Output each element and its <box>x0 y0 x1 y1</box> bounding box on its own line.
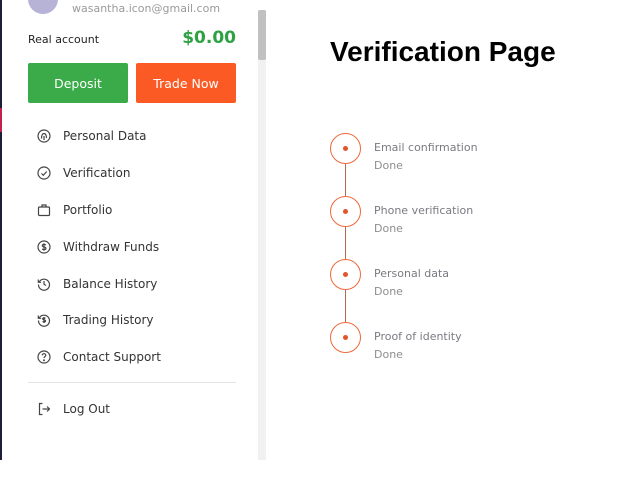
sidebar-item-label: Contact Support <box>63 350 161 365</box>
account-email: wasantha.icon@gmail.com <box>72 2 221 15</box>
timeline-connector <box>345 163 346 323</box>
sidebar: wasantha.icon@gmail.com Real account $0.… <box>2 0 258 460</box>
fingerprint-icon <box>35 127 53 145</box>
page-title: Verification Page <box>330 36 556 67</box>
sidebar-item-balance-history[interactable]: Balance History <box>28 265 236 302</box>
verification-step-phone: Phone verification Done <box>330 196 630 236</box>
sidebar-menu: Personal Data Verification Portfolio Wit… <box>28 118 236 376</box>
step-title: Email confirmation <box>374 141 478 154</box>
history-icon <box>35 275 53 293</box>
check-circle-icon <box>35 164 53 182</box>
trade-now-button[interactable]: Trade Now <box>136 63 236 103</box>
verification-step-personal-data: Personal data Done <box>330 259 630 299</box>
sidebar-item-label: Personal Data <box>63 129 147 144</box>
sidebar-item-label: Withdraw Funds <box>63 239 160 254</box>
step-status: Done <box>374 159 403 172</box>
sidebar-scrollbar[interactable] <box>258 10 266 460</box>
logout-icon <box>35 400 53 418</box>
step-marker <box>330 259 361 290</box>
step-marker <box>330 196 361 227</box>
step-marker <box>330 133 361 164</box>
step-status: Done <box>374 285 403 298</box>
verification-timeline: Email confirmation Done Phone verificati… <box>330 133 630 363</box>
sidebar-item-label: Trading History <box>63 313 154 328</box>
step-title: Proof of identity <box>374 330 462 343</box>
step-title: Personal data <box>374 267 450 280</box>
step-status: Done <box>374 222 403 235</box>
sidebar-item-verification[interactable]: Verification <box>28 155 236 192</box>
sidebar-divider <box>28 382 236 383</box>
sidebar-item-label: Balance History <box>63 276 158 291</box>
help-circle-icon <box>35 348 53 366</box>
dollar-circle-icon <box>35 238 53 256</box>
step-marker <box>330 322 361 353</box>
step-status: Done <box>374 348 403 361</box>
sidebar-item-withdraw-funds[interactable]: Withdraw Funds <box>28 228 236 265</box>
sidebar-scrollbar-thumb[interactable] <box>258 10 266 60</box>
avatar[interactable] <box>28 0 58 14</box>
sidebar-item-personal-data[interactable]: Personal Data <box>28 118 236 155</box>
logout-label: Log Out <box>63 402 111 416</box>
deposit-button[interactable]: Deposit <box>28 63 128 103</box>
sidebar-item-portfolio[interactable]: Portfolio <box>28 192 236 229</box>
sidebar-item-label: Portfolio <box>63 202 113 217</box>
sidebar-item-contact-support[interactable]: Contact Support <box>28 339 236 376</box>
verification-step-identity: Proof of identity Done <box>330 322 630 362</box>
logout-button[interactable]: Log Out <box>28 396 236 422</box>
verification-step-email: Email confirmation Done <box>330 133 630 173</box>
currency-history-icon <box>35 311 53 329</box>
account-type-label: Real account <box>28 33 100 46</box>
briefcase-icon <box>35 201 53 219</box>
step-title: Phone verification <box>374 204 474 217</box>
account-balance: $0.00 <box>182 28 236 48</box>
sidebar-item-trading-history[interactable]: Trading History <box>28 302 236 339</box>
sidebar-item-label: Verification <box>63 166 131 181</box>
